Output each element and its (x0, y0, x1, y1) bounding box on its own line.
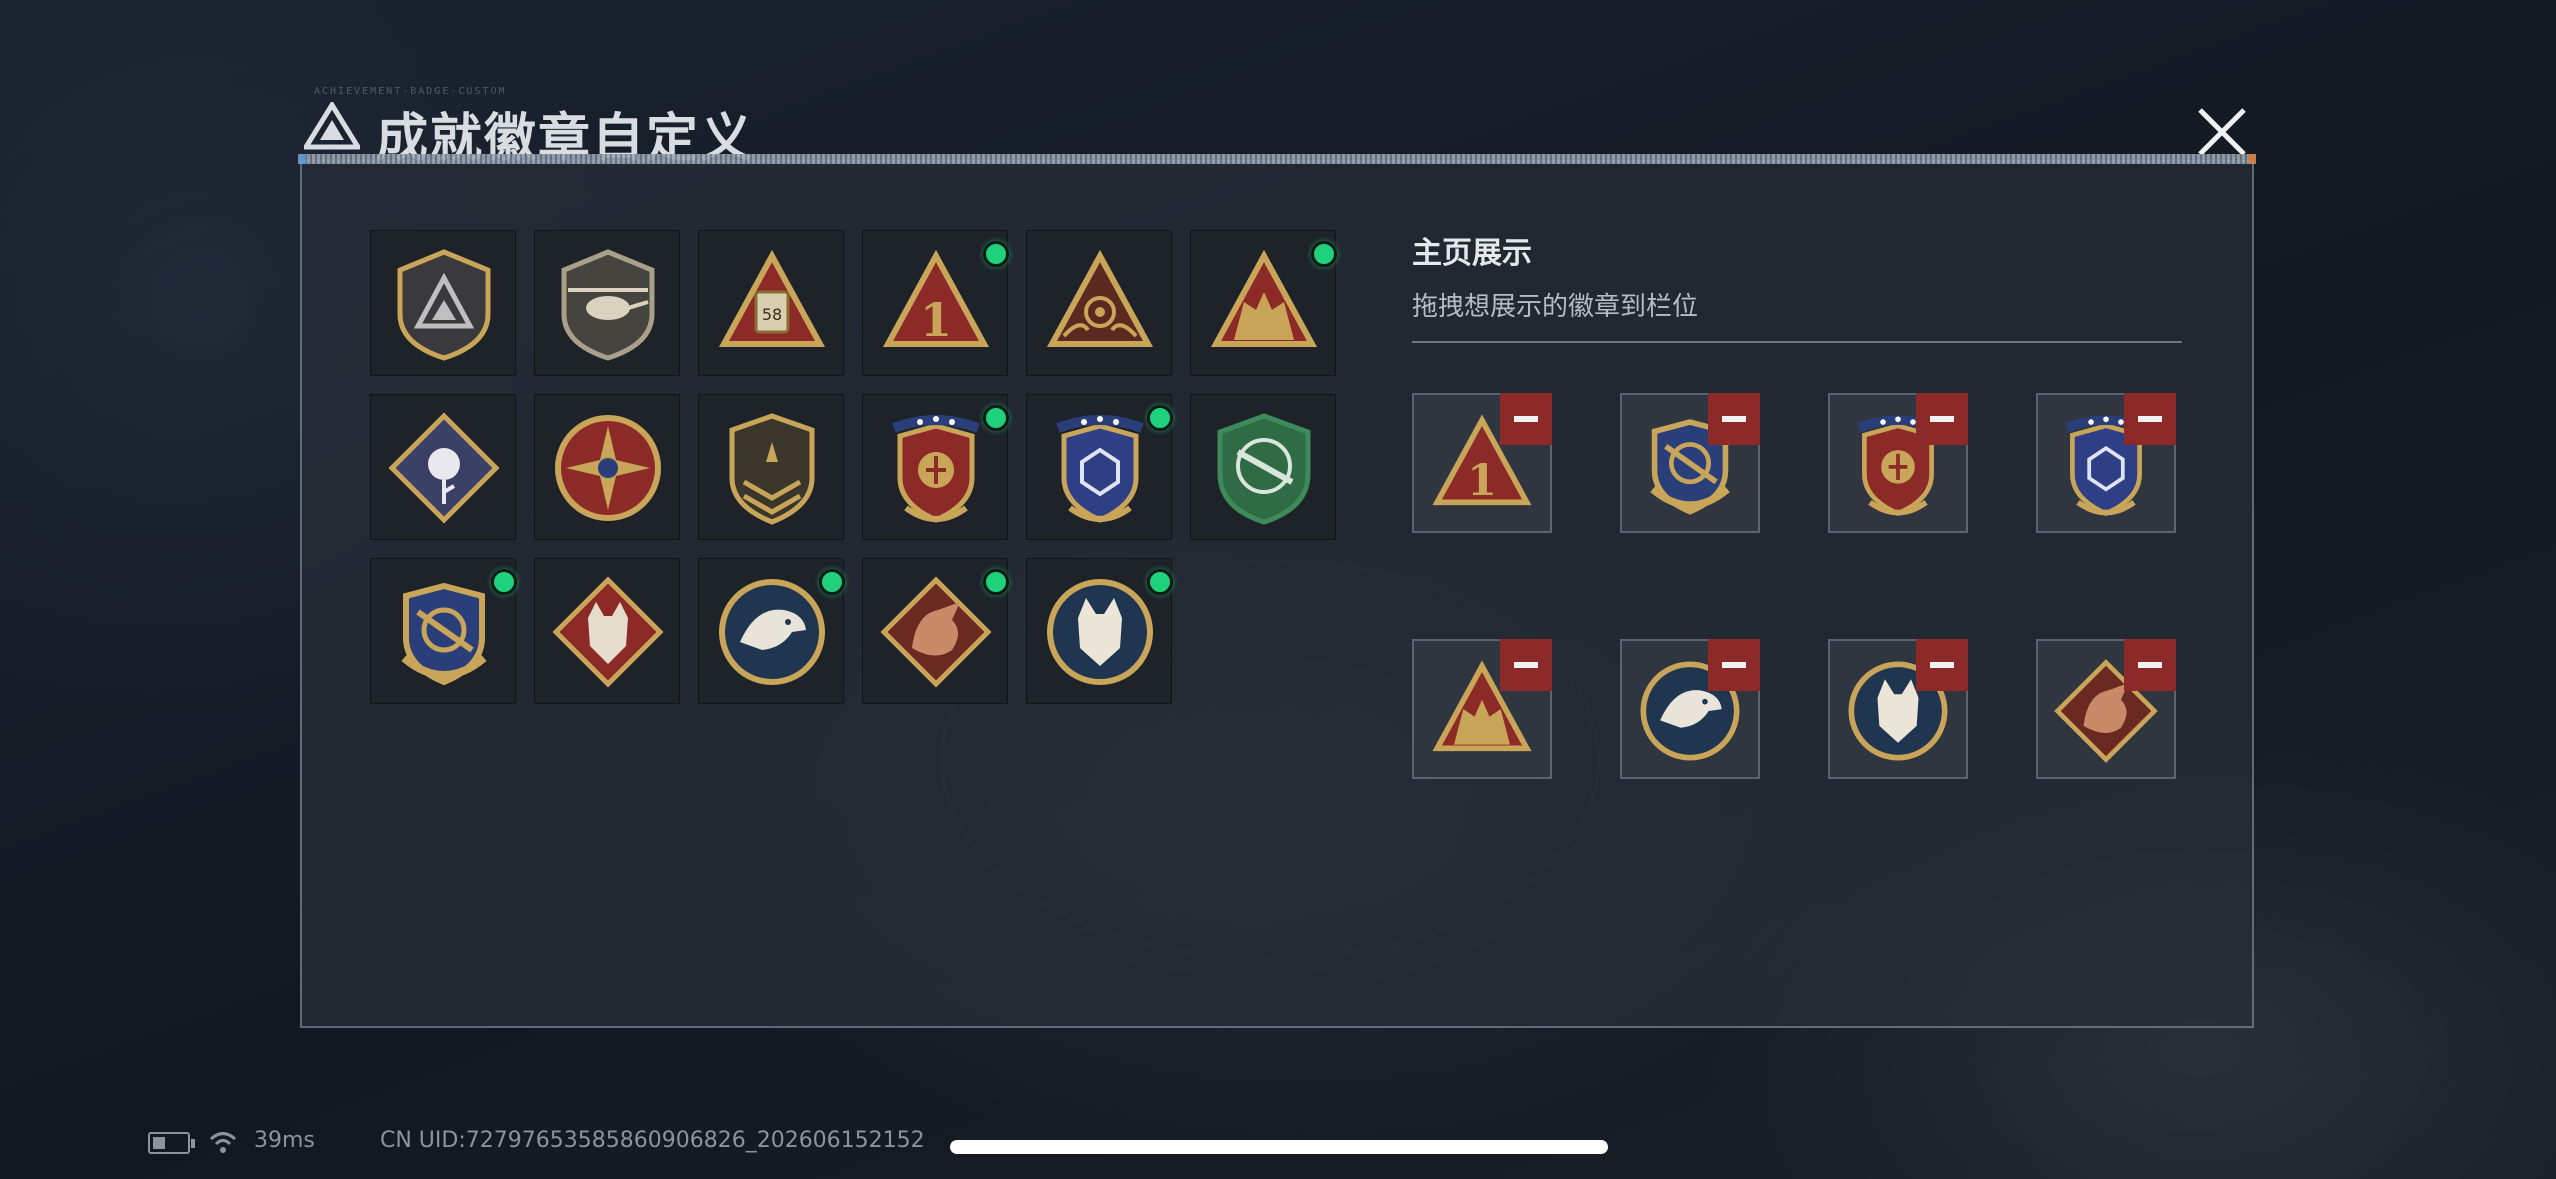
badge-cell-shield-triangle-badge[interactable] (370, 230, 516, 376)
ping-text: 39ms (254, 1128, 315, 1153)
wifi-icon (209, 1132, 237, 1153)
showcase-slot[interactable] (2036, 393, 2176, 533)
showcase-slot[interactable] (1412, 639, 1552, 779)
badge-cell-wolf-diamond-badge[interactable] (534, 558, 680, 704)
green-rifle-badge-icon (1217, 413, 1311, 525)
showcase-slot[interactable]: 1 (1412, 393, 1552, 533)
badge-cell-eye-hands-triangle-badge[interactable] (1026, 230, 1172, 376)
battery-icon (148, 1132, 195, 1154)
new-indicator-dot (983, 569, 1009, 595)
badge-cell-green-rifle-badge[interactable] (1190, 394, 1336, 540)
remove-badge-button[interactable] (2124, 393, 2176, 445)
remove-badge-button[interactable] (1708, 639, 1760, 691)
eye-hands-triangle-badge-icon (1046, 249, 1154, 347)
remove-badge-button[interactable] (1916, 393, 1968, 445)
remove-badge-button[interactable] (1500, 393, 1552, 445)
uid-text: CN UID:72797653585860906826_202606152152 (380, 1128, 925, 1153)
shield-triangle-badge-icon (397, 249, 491, 361)
triangle-logo-icon (304, 102, 360, 150)
rose-diamond-badge-icon (388, 412, 500, 524)
compass-star-badge-icon (555, 415, 661, 521)
panel-top-border (298, 154, 2256, 164)
eagle-round-badge-icon (719, 579, 825, 685)
showcase-slot[interactable] (1620, 393, 1760, 533)
showcase-subtitle: 拖拽想展示的徽章到栏位 (1412, 292, 1699, 322)
showcase-slot[interactable] (1828, 639, 1968, 779)
badge-cell-blue-crest-badge[interactable] (1026, 394, 1173, 540)
showcase-slot[interactable] (1620, 639, 1760, 779)
remove-badge-button[interactable] (1708, 393, 1760, 445)
chevron-shield-badge-icon (729, 413, 815, 525)
showcase-title: 主页展示 (1412, 236, 1532, 271)
badge-cell-compass-star-badge[interactable] (534, 394, 680, 540)
badge-panel: 58 1 主页展示 拖拽想展示的徽章到栏位 1 (298, 154, 2256, 1028)
remove-badge-button[interactable] (1500, 639, 1552, 691)
new-indicator-dot (1147, 405, 1173, 431)
new-indicator-dot (491, 569, 517, 595)
number-one-triangle-badge-icon: 1 (882, 249, 990, 347)
wolf-diamond-badge-icon (552, 576, 664, 688)
badge-cell-lynx-round-badge[interactable] (1026, 558, 1173, 704)
badge-cell-gold-crest-rifle-badge[interactable] (370, 558, 517, 704)
badge-cell-chevron-shield-badge[interactable] (698, 394, 844, 540)
badge-cell-helicopter-badge[interactable] (534, 230, 680, 376)
gold-crest-rifle-badge-icon (401, 582, 487, 686)
showcase-section: 主页展示 拖拽想展示的徽章到栏位 1 (1412, 228, 2182, 813)
svg-text:1: 1 (1467, 456, 1497, 506)
remove-badge-button[interactable] (1916, 639, 1968, 691)
svg-text:58: 58 (762, 305, 782, 324)
divider (1412, 341, 2182, 343)
home-indicator[interactable] (950, 1140, 1608, 1154)
red-crest-badge-icon (892, 415, 980, 523)
badge-cell-radio-58-badge[interactable]: 58 (698, 230, 844, 376)
radio-58-badge-icon: 58 (718, 249, 826, 347)
new-indicator-dot (1147, 569, 1173, 595)
new-indicator-dot (983, 405, 1009, 431)
lynx-round-badge-icon (1047, 579, 1153, 685)
helicopter-badge-icon (561, 249, 655, 361)
new-indicator-dot (819, 569, 845, 595)
showcase-slot[interactable] (2036, 639, 2176, 779)
new-indicator-dot (983, 241, 1009, 267)
soldiers-triangle-badge-icon (1210, 249, 1318, 347)
badge-cell-number-one-triangle-badge[interactable]: 1 (862, 230, 1009, 376)
badge-cell-red-crest-badge[interactable] (862, 394, 1009, 540)
badge-cell-soldiers-triangle-badge[interactable] (1190, 230, 1337, 376)
showcase-slot[interactable] (1828, 393, 1968, 533)
blue-crest-badge-icon (1056, 415, 1144, 523)
svg-text:1: 1 (920, 293, 952, 347)
showcase-slots: 1 (1412, 393, 2182, 813)
new-indicator-dot (1311, 241, 1337, 267)
dragon-diamond-badge-icon (880, 576, 992, 688)
badge-cell-eagle-round-badge[interactable] (698, 558, 845, 704)
remove-badge-button[interactable] (2124, 639, 2176, 691)
badge-cell-rose-diamond-badge[interactable] (370, 394, 516, 540)
badge-cell-dragon-diamond-badge[interactable] (862, 558, 1009, 704)
